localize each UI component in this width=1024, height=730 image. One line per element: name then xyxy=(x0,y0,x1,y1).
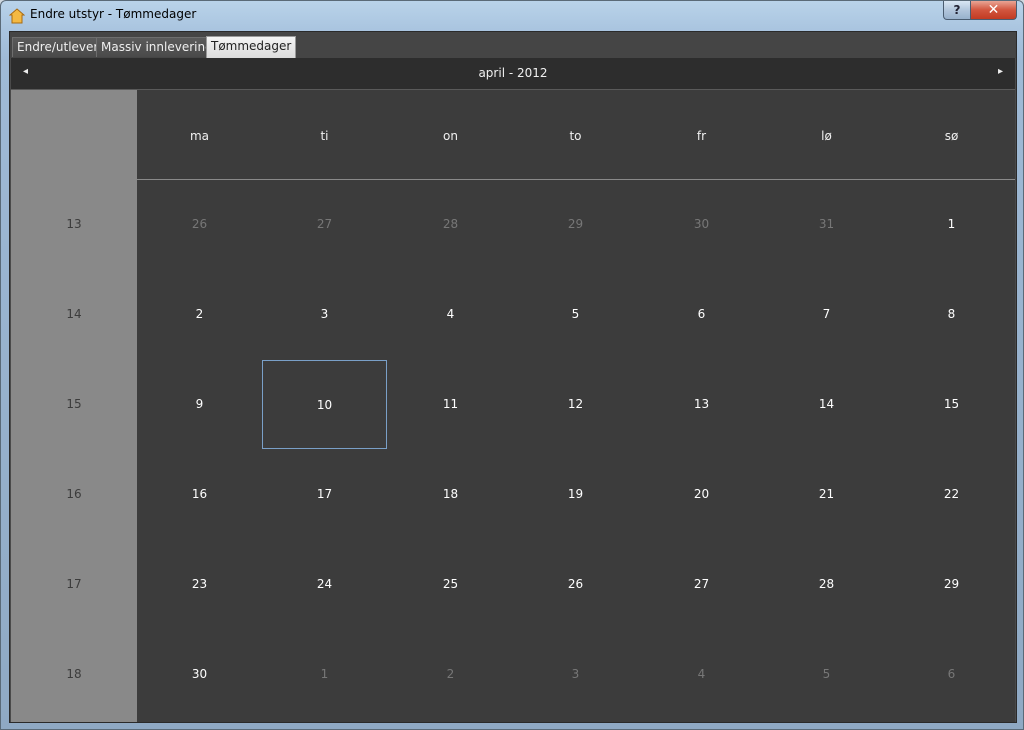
calendar-day-other-month[interactable]: 28 xyxy=(388,180,513,269)
calendar-day[interactable]: 5 xyxy=(513,270,638,359)
day-name-5: lø xyxy=(821,129,832,143)
calendar-day[interactable]: 14 xyxy=(764,360,889,449)
calendar-day[interactable]: 10 xyxy=(262,360,387,449)
calendar-day-other-month[interactable]: 26 xyxy=(137,180,262,269)
month-label[interactable]: april - 2012 xyxy=(11,66,1015,80)
tab-massiv-innlevering[interactable]: Massiv innlevering xyxy=(96,37,218,57)
calendar-day[interactable]: 9 xyxy=(137,360,262,449)
week-number: 14 xyxy=(66,307,82,321)
calendar-day[interactable]: 15 xyxy=(889,360,1014,449)
calendar-day-other-month[interactable]: 29 xyxy=(513,180,638,269)
calendar-header: ◂ april - 2012 ▸ xyxy=(11,58,1015,90)
day-name-1: ti xyxy=(320,129,329,143)
calendar-day[interactable]: 19 xyxy=(513,450,638,539)
calendar-day-other-month[interactable]: 27 xyxy=(262,180,387,269)
week-number: 13 xyxy=(66,217,82,231)
day-name-3: to xyxy=(569,129,582,143)
calendar-day[interactable]: 12 xyxy=(513,360,638,449)
calendar-day[interactable]: 16 xyxy=(137,450,262,539)
week-number-column: 13 14 15 16 17 18 xyxy=(11,90,137,722)
calendar-day[interactable]: 27 xyxy=(639,540,764,629)
day-name-4: fr xyxy=(696,129,707,143)
calendar-day[interactable]: 25 xyxy=(388,540,513,629)
calendar-day[interactable]: 30 xyxy=(137,630,262,719)
calendar-day[interactable]: 6 xyxy=(639,270,764,359)
calendar-day[interactable]: 11 xyxy=(388,360,513,449)
calendar-day[interactable]: 8 xyxy=(889,270,1014,359)
calendar-day[interactable]: 22 xyxy=(889,450,1014,539)
tab-tommedager[interactable]: Tømmedager xyxy=(206,36,297,58)
calendar: ◂ april - 2012 ▸ 13 14 15 16 17 18 ma ti on to fr… xyxy=(11,58,1015,722)
calendar-day-other-month[interactable]: 30 xyxy=(639,180,764,269)
calendar-day[interactable]: 29 xyxy=(889,540,1014,629)
tab-endre-utlever[interactable]: Endre/utlever xyxy=(12,37,104,57)
week-number: 16 xyxy=(66,487,82,501)
calendar-day[interactable]: 2 xyxy=(137,270,262,359)
calendar-day[interactable]: 4 xyxy=(388,270,513,359)
calendar-day[interactable]: 26 xyxy=(513,540,638,629)
house-icon xyxy=(9,8,25,24)
calendar-day-other-month[interactable]: 4 xyxy=(639,630,764,719)
client-area: Endre/utlever Massiv innlevering Tømmeda… xyxy=(9,31,1017,723)
caption-buttons: ? ✕ xyxy=(943,1,1017,21)
calendar-day[interactable]: 23 xyxy=(137,540,262,629)
week-number: 15 xyxy=(66,397,82,411)
calendar-day[interactable]: 18 xyxy=(388,450,513,539)
title-bar[interactable]: Endre utstyr - Tømmedager ? ✕ xyxy=(1,1,1023,31)
help-button[interactable]: ? xyxy=(943,1,971,20)
calendar-day[interactable]: 1 xyxy=(889,180,1014,269)
day-name-6: sø xyxy=(944,129,959,143)
calendar-day-other-month[interactable]: 5 xyxy=(764,630,889,719)
window-title: Endre utstyr - Tømmedager xyxy=(30,7,197,21)
app-window: Endre utstyr - Tømmedager ? ✕ Endre/utle… xyxy=(0,0,1024,730)
calendar-day[interactable]: 21 xyxy=(764,450,889,539)
week-number: 18 xyxy=(66,667,82,681)
calendar-day-other-month[interactable]: 6 xyxy=(889,630,1014,719)
calendar-day-other-month[interactable]: 2 xyxy=(388,630,513,719)
calendar-day[interactable]: 24 xyxy=(262,540,387,629)
calendar-day[interactable]: 13 xyxy=(639,360,764,449)
calendar-day[interactable]: 28 xyxy=(764,540,889,629)
day-name-0: ma xyxy=(189,129,210,143)
week-number: 17 xyxy=(66,577,82,591)
tab-bar: Endre/utlever Massiv innlevering Tømmeda… xyxy=(10,32,1016,58)
next-month-icon[interactable]: ▸ xyxy=(998,66,1003,77)
calendar-day[interactable]: 7 xyxy=(764,270,889,359)
close-button[interactable]: ✕ xyxy=(971,1,1017,20)
day-name-2: on xyxy=(443,129,458,143)
calendar-day-other-month[interactable]: 3 xyxy=(513,630,638,719)
calendar-day[interactable]: 3 xyxy=(262,270,387,359)
calendar-day-other-month[interactable]: 1 xyxy=(262,630,387,719)
day-names-row: ma ti on to fr lø sø xyxy=(137,90,1015,180)
calendar-day[interactable]: 20 xyxy=(639,450,764,539)
calendar-day-other-month[interactable]: 31 xyxy=(764,180,889,269)
calendar-day[interactable]: 17 xyxy=(262,450,387,539)
